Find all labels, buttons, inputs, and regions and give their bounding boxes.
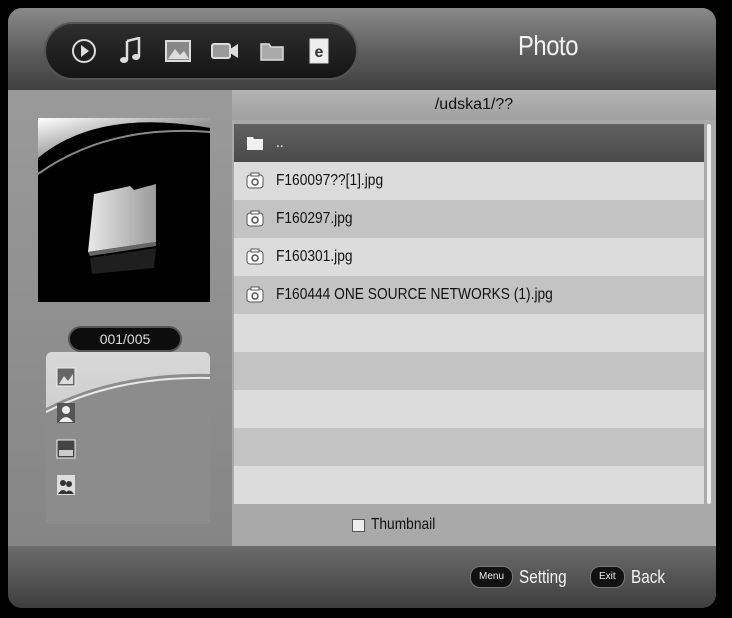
folder-preview-icon <box>38 118 210 274</box>
empty-row <box>234 314 704 352</box>
group-type-icon[interactable] <box>56 474 76 496</box>
page-title: Photo <box>517 30 579 61</box>
image-type-icon[interactable] <box>56 366 76 388</box>
header-bar: e Photo <box>8 8 716 90</box>
list-item[interactable]: F160097??[1].jpg <box>234 162 704 200</box>
list-item[interactable]: .. <box>234 124 704 162</box>
filter-panel <box>46 352 210 524</box>
preview-pane <box>38 118 210 302</box>
person-type-icon[interactable] <box>56 402 76 424</box>
media-type-bar: e <box>44 22 358 80</box>
video-icon[interactable] <box>210 36 240 66</box>
folder-icon <box>247 137 263 150</box>
back-label: Back <box>630 566 665 587</box>
empty-row <box>234 390 704 428</box>
list-item[interactable]: F160301.jpg <box>234 238 704 276</box>
empty-row <box>234 428 704 466</box>
window-type-icon[interactable] <box>56 438 76 460</box>
setting-hint[interactable]: Menu Setting <box>470 566 575 588</box>
image-file-icon <box>246 172 264 189</box>
photo-icon[interactable] <box>163 36 193 66</box>
scrollbar[interactable] <box>707 124 711 504</box>
menu-key-badge: Menu <box>470 566 514 588</box>
back-hint[interactable]: Exit Back <box>590 566 671 588</box>
music-icon[interactable] <box>116 36 146 66</box>
image-file-icon <box>246 210 264 227</box>
thumbnail-checkbox[interactable] <box>352 518 365 532</box>
file-list: .. F160097??[1].jpg F160297.jpg F160301.… <box>234 120 704 512</box>
footer-bar: Menu Setting Exit Back <box>8 546 716 608</box>
current-path: /udska1/?? <box>232 90 716 120</box>
list-item[interactable]: F160297.jpg <box>234 200 704 238</box>
media-player-screen: e Photo 001/005 /udska1/?? .. F160097??[… <box>8 8 716 608</box>
image-file-icon <box>246 286 264 303</box>
file-counter: 001/005 <box>68 326 182 352</box>
empty-row <box>234 466 704 504</box>
thumbnail-toggle[interactable]: Thumbnail <box>352 516 446 534</box>
setting-label: Setting <box>519 566 567 587</box>
image-file-icon <box>246 248 264 265</box>
svg-text:e: e <box>314 44 323 61</box>
play-icon[interactable] <box>69 36 99 66</box>
sidebar: 001/005 <box>8 90 232 546</box>
exit-key-badge: Exit <box>590 566 625 588</box>
ebook-icon[interactable]: e <box>304 36 334 66</box>
folder-icon[interactable] <box>257 36 287 66</box>
empty-row <box>234 352 704 390</box>
file-browser: /udska1/?? .. F160097??[1].jpg F160297.j… <box>232 90 716 546</box>
list-item[interactable]: F160444 ONE SOURCE NETWORKS (1).jpg <box>234 276 704 314</box>
